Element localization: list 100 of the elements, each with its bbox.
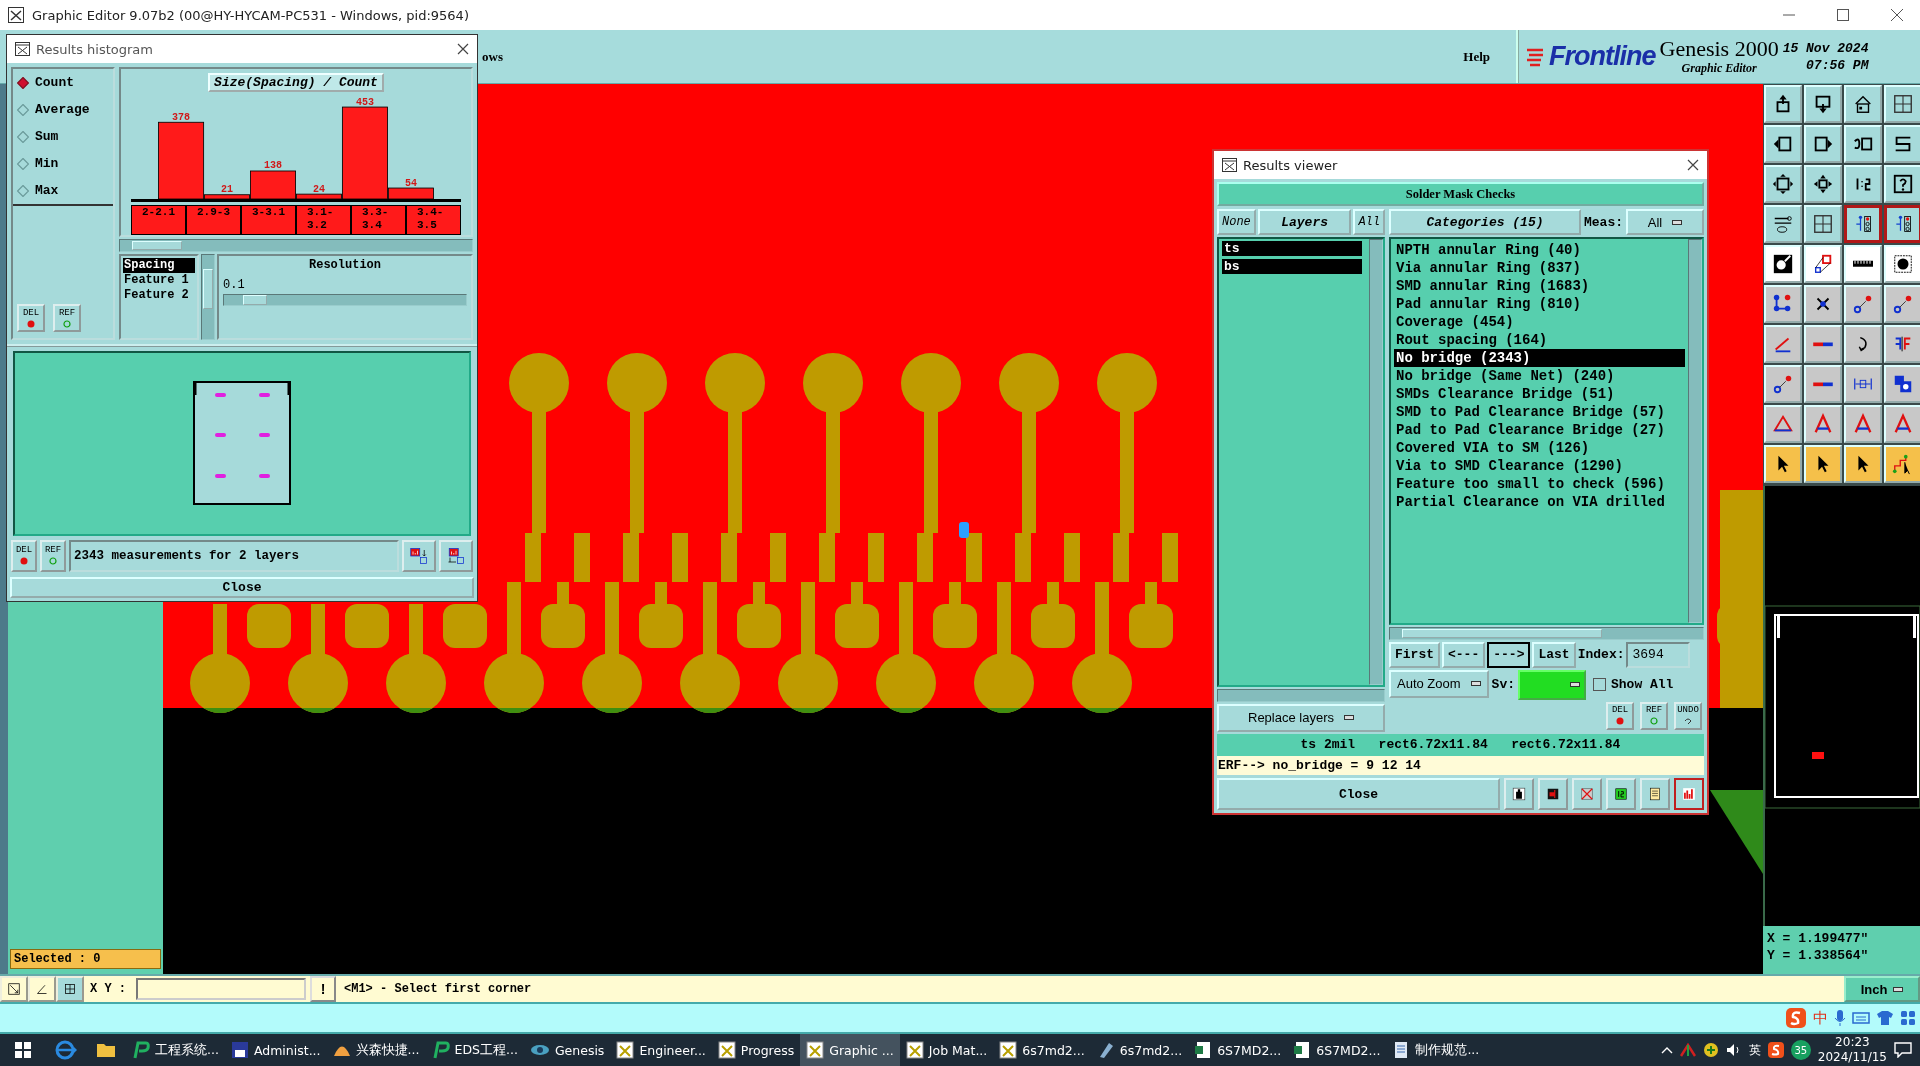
grid-icon bbox=[64, 981, 76, 997]
delete-button[interactable]: DEL bbox=[1606, 701, 1634, 730]
close-button[interactable]: Close bbox=[1217, 778, 1500, 810]
replace-layers-dropdown[interactable]: Replace layers bbox=[1217, 703, 1385, 732]
taskbar-button[interactable]: 6s7md2... bbox=[1090, 1034, 1189, 1066]
category-item[interactable]: SMD annular Ring (1683) bbox=[1394, 277, 1685, 295]
radio-option[interactable]: Average bbox=[17, 102, 109, 117]
reference-button[interactable]: REF bbox=[40, 539, 66, 572]
category-item[interactable]: NPTH annular Ring (40) bbox=[1394, 241, 1685, 259]
date-label: 15 Nov 2024 bbox=[1782, 39, 1869, 57]
taskbar-button[interactable]: Engineer... bbox=[610, 1034, 712, 1066]
spreadsheet-icon bbox=[1194, 1041, 1213, 1059]
index-field[interactable]: 3694 bbox=[1626, 641, 1691, 668]
category-item[interactable]: Coverage (454) bbox=[1394, 313, 1685, 331]
menu-item[interactable]: Help bbox=[1459, 48, 1494, 65]
resolution-label: Resolution bbox=[308, 258, 382, 272]
category-item[interactable]: Pad annular Ring (810) bbox=[1394, 295, 1685, 313]
language-indicator[interactable]: 英 bbox=[1748, 1041, 1761, 1059]
radio-option[interactable]: Min bbox=[17, 156, 109, 171]
close-icon[interactable] bbox=[457, 43, 469, 55]
close-icon[interactable] bbox=[1687, 159, 1699, 171]
taskbar-button[interactable]: Progress bbox=[711, 1034, 801, 1066]
tab[interactable]: Layers bbox=[1257, 209, 1352, 235]
tool-button[interactable] bbox=[1844, 205, 1882, 243]
radio-option[interactable]: Sum bbox=[17, 129, 109, 144]
plus-icon[interactable] bbox=[1702, 1042, 1719, 1058]
speaker-icon[interactable] bbox=[1725, 1043, 1742, 1057]
input-field[interactable] bbox=[136, 978, 306, 1000]
taskbar-button[interactable]: Genesis bbox=[523, 1034, 611, 1066]
scrollbar[interactable] bbox=[1688, 239, 1702, 623]
radio-option[interactable]: Count bbox=[17, 75, 109, 90]
status-text: 2343 measurements for 2 layers bbox=[69, 539, 399, 572]
delete-button[interactable]: DEL bbox=[11, 539, 37, 572]
taskbar-button[interactable]: 工程系统... bbox=[126, 1034, 225, 1066]
category-item[interactable]: Feature too small to check (596) bbox=[1394, 475, 1685, 493]
categories-button[interactable]: Categories (15) bbox=[1389, 209, 1581, 235]
tab[interactable]: None bbox=[1217, 209, 1256, 235]
tool-button[interactable] bbox=[1674, 778, 1704, 810]
slider-thumb[interactable] bbox=[243, 295, 268, 305]
menu-item[interactable]: ows bbox=[478, 48, 507, 65]
close-button[interactable]: Close bbox=[10, 576, 474, 598]
import-button[interactable] bbox=[439, 539, 473, 572]
list-item[interactable]: Feature 1 bbox=[123, 273, 195, 288]
ime-logo-icon[interactable] bbox=[1767, 1042, 1784, 1058]
auto-zoom-dropdown[interactable]: Auto Zoom bbox=[1389, 669, 1489, 698]
app-icon[interactable] bbox=[1679, 1043, 1696, 1057]
category-item[interactable]: Via annular Ring (837) bbox=[1394, 259, 1685, 277]
taskbar-button[interactable]: 兴森快捷... bbox=[326, 1034, 426, 1066]
category-item[interactable]: No bridge (Same Net) (240) bbox=[1394, 367, 1685, 385]
category-item[interactable]: SMDs Clearance Bridge (51) bbox=[1394, 385, 1685, 403]
layer-item[interactable]: ts bbox=[1222, 241, 1362, 256]
execute-button[interactable]: ! bbox=[310, 976, 336, 1002]
taskbar-button[interactable]: EDS工程... bbox=[425, 1034, 524, 1066]
scrollbar[interactable] bbox=[1389, 626, 1704, 640]
scrollbar[interactable] bbox=[201, 254, 215, 340]
category-item[interactable]: Via to SMD Clearance (1290) bbox=[1394, 457, 1685, 475]
meas-dropdown[interactable]: All bbox=[1626, 209, 1704, 235]
clock[interactable]: 20:23 2024/11/15 bbox=[1817, 1034, 1887, 1066]
export-button[interactable] bbox=[402, 539, 436, 572]
scrollbar[interactable] bbox=[1369, 239, 1383, 685]
reference-button[interactable]: REF bbox=[53, 304, 81, 332]
ring-icon bbox=[63, 319, 71, 328]
nav-button[interactable]: <--- bbox=[1442, 641, 1486, 668]
undo-button[interactable]: UNDO bbox=[1674, 701, 1702, 730]
notification-icon[interactable] bbox=[1894, 1042, 1912, 1058]
line-icon bbox=[1812, 379, 1834, 389]
taskbar-button[interactable]: 6s7md2... bbox=[993, 1034, 1091, 1066]
category-item[interactable]: SMD to Pad Clearance Bridge (57) bbox=[1394, 403, 1685, 421]
category-item[interactable]: Covered VIA to SM (126) bbox=[1394, 439, 1685, 457]
ime-mode[interactable]: 中 bbox=[1813, 1008, 1828, 1028]
category-item[interactable]: Pad to Pad Clearance Bridge (27) bbox=[1394, 421, 1685, 439]
taskbar-label: 6S7MD2... bbox=[1316, 1042, 1381, 1058]
category-item[interactable]: No bridge (2343) bbox=[1394, 349, 1685, 367]
category-item[interactable]: Rout spacing (164) bbox=[1394, 331, 1685, 349]
nav-button[interactable]: First bbox=[1389, 641, 1440, 668]
taskbar-button[interactable]: 6S7MD2... bbox=[1287, 1034, 1387, 1066]
app-icon bbox=[8, 7, 24, 23]
layer-item[interactable]: bs bbox=[1222, 259, 1362, 274]
tab[interactable]: All bbox=[1353, 209, 1385, 235]
units-dropdown[interactable]: Inch bbox=[1844, 976, 1920, 1002]
tool-button[interactable] bbox=[1884, 205, 1920, 243]
resolution-slider[interactable] bbox=[223, 294, 467, 306]
delete-button[interactable]: DEL bbox=[17, 304, 45, 332]
list-item[interactable]: Spacing bbox=[123, 258, 195, 273]
taskbar-button[interactable]: Job Mat... bbox=[899, 1034, 994, 1066]
taskbar-button[interactable]: Administ... bbox=[224, 1034, 327, 1066]
taskbar-button[interactable]: 6S7MD2... bbox=[1188, 1034, 1288, 1066]
chevron-icon[interactable] bbox=[1660, 1046, 1673, 1054]
scrollbar[interactable] bbox=[1217, 688, 1385, 702]
category-item[interactable]: Partial Clearance on VIA drilled bbox=[1394, 493, 1685, 511]
reference-button[interactable]: REF bbox=[1640, 701, 1668, 730]
scrollbar[interactable] bbox=[119, 239, 473, 252]
expand-icon bbox=[1772, 171, 1794, 197]
taskbar-button[interactable]: 制作规范... bbox=[1386, 1034, 1486, 1066]
radio-option[interactable]: Max bbox=[17, 183, 109, 198]
nav-button[interactable]: ---> bbox=[1487, 641, 1531, 668]
taskbar-button[interactable]: Graphic ... bbox=[800, 1034, 900, 1066]
show-all-checkbox[interactable]: Show All bbox=[1593, 669, 1674, 700]
list-item[interactable]: Feature 2 bbox=[123, 288, 195, 303]
nav-button[interactable]: Last bbox=[1532, 641, 1576, 668]
